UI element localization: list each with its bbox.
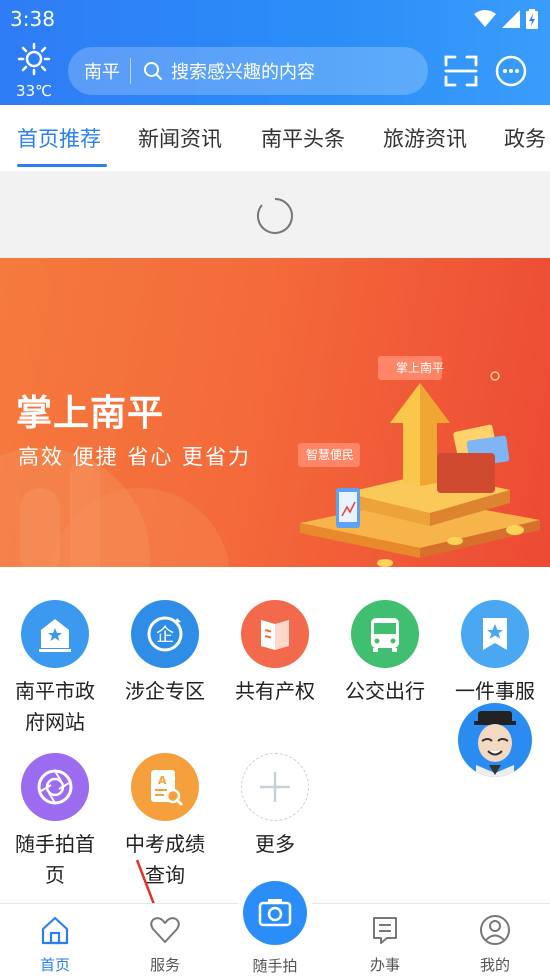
signal-icon	[502, 10, 520, 28]
app-header: 3:38 33℃ 南平 搜索感兴趣的内容	[0, 0, 550, 105]
plus-icon	[241, 753, 309, 821]
bookmark-star-icon	[461, 600, 529, 668]
service-label: 中考成绩查询	[125, 832, 205, 887]
tab-news[interactable]: 新闻资讯	[138, 123, 222, 153]
nav-profile[interactable]: 我的	[455, 914, 535, 975]
service-item-enterprise-zone[interactable]: 企 涉企专区	[110, 600, 220, 707]
nav-snapshot-button[interactable]	[243, 881, 307, 945]
wifi-icon	[474, 10, 496, 27]
service-label: 随手拍首页	[15, 832, 95, 887]
status-icons	[474, 9, 538, 29]
tab-government[interactable]: 政务	[504, 123, 546, 153]
status-time: 3:38	[10, 7, 55, 31]
search-bar[interactable]: 南平 搜索感兴趣的内容	[68, 47, 428, 95]
search-divider	[130, 58, 131, 84]
banner-title: 掌上南平	[16, 392, 165, 434]
banner-tag-right: 掌上南平	[396, 361, 445, 375]
scan-icon[interactable]	[444, 54, 478, 88]
nav-affairs-label: 办事	[369, 956, 400, 974]
camera-aperture-icon	[21, 753, 89, 821]
nav-snapshot-label: 随手拍	[252, 957, 298, 975]
svg-text:企: 企	[156, 625, 174, 646]
banner-subtitle: 高效 便捷 省心 更省力	[18, 445, 252, 469]
tab-active-indicator	[17, 164, 107, 167]
service-item-exam-score-query[interactable]: A 中考成绩查询	[110, 753, 220, 891]
nav-services[interactable]: 服务	[125, 914, 205, 975]
camera-icon	[258, 899, 292, 927]
government-building-icon	[21, 600, 89, 668]
score-query-icon: A	[131, 753, 199, 821]
nav-profile-label: 我的	[479, 956, 510, 974]
nav-home-label: 首页	[39, 956, 70, 974]
battery-icon	[526, 9, 538, 29]
service-item-shared-property[interactable]: 共有产权	[220, 600, 330, 707]
service-item-snapshot-home[interactable]: 随手拍首页	[0, 753, 110, 891]
search-icon	[144, 62, 162, 80]
service-label: 公交出行	[345, 679, 425, 703]
sun-icon	[17, 42, 51, 76]
document-icon	[373, 917, 397, 944]
profile-icon	[480, 915, 510, 945]
tab-home-recommend[interactable]: 首页推荐	[17, 123, 101, 153]
city-selector[interactable]: 南平	[68, 58, 130, 84]
weather-widget[interactable]: 33℃	[12, 42, 56, 100]
search-placeholder: 搜索感兴趣的内容	[171, 62, 315, 83]
service-item-nanping-gov-site[interactable]: 南平市政府网站	[0, 600, 110, 738]
property-book-icon	[241, 600, 309, 668]
service-item-one-thing-service[interactable]: 一件事服	[440, 600, 550, 707]
assistant-avatar[interactable]	[458, 703, 532, 777]
loading-area	[0, 171, 550, 258]
banner-tag-left: 智慧便民	[306, 448, 355, 462]
service-label: 南平市政府网站	[15, 679, 95, 734]
nav-home[interactable]: 首页	[15, 914, 95, 975]
message-icon[interactable]	[494, 54, 528, 88]
tab-nanping-headlines[interactable]: 南平头条	[261, 123, 345, 153]
service-item-more[interactable]: 更多	[220, 753, 330, 860]
nav-services-label: 服务	[149, 956, 180, 974]
svg-text:A: A	[158, 774, 167, 787]
promo-banner[interactable]: 掌上南平 智慧便民 掌上南平 高效 便捷 省心 更省力	[0, 258, 550, 567]
service-label: 更多	[255, 832, 295, 856]
tab-travel[interactable]: 旅游资讯	[383, 123, 467, 153]
heart-icon	[150, 917, 180, 943]
nav-affairs[interactable]: 办事	[345, 914, 425, 975]
loading-spinner-icon	[257, 198, 293, 234]
home-icon	[41, 916, 69, 945]
service-label: 共有产权	[235, 679, 315, 703]
service-label: 涉企专区	[125, 679, 205, 703]
bus-icon	[351, 600, 419, 668]
service-item-bus-travel[interactable]: 公交出行	[330, 600, 440, 707]
status-bar: 3:38	[0, 0, 550, 38]
temperature: 33℃	[16, 82, 52, 100]
enterprise-icon: 企	[131, 600, 199, 668]
category-tabs: 首页推荐 新闻资讯 南平头条 旅游资讯 政务	[0, 105, 550, 171]
